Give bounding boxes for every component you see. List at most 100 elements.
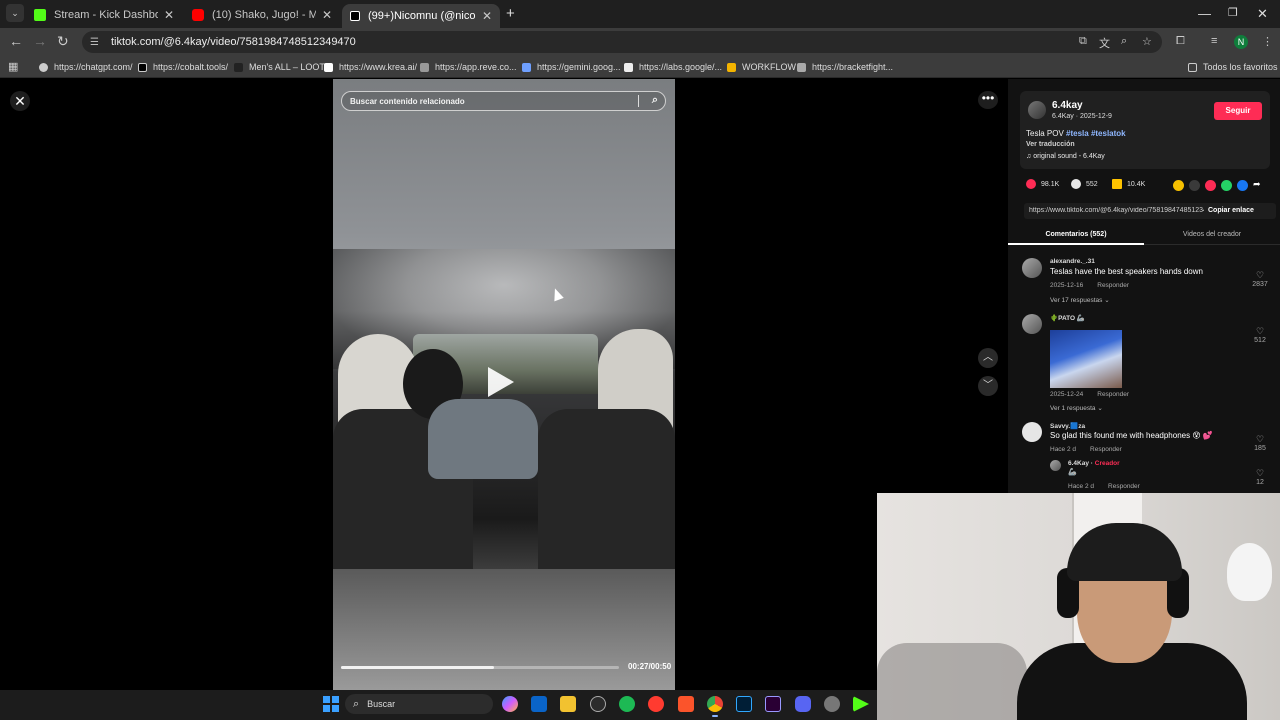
- close-window-icon[interactable]: ✕: [1257, 6, 1268, 22]
- comment-like[interactable]: ♡ 512: [1250, 326, 1270, 344]
- share-link-url[interactable]: https://www.tiktok.com/@6.4kay/video/758…: [1029, 207, 1204, 214]
- translate-link[interactable]: Ver traducción: [1026, 141, 1075, 148]
- comment-user[interactable]: alexandre._.31: [1050, 258, 1095, 265]
- bookmark-item[interactable]: https://bracketfight...: [797, 62, 893, 72]
- avatar[interactable]: [1022, 422, 1042, 442]
- minimize-icon[interactable]: —: [1198, 6, 1211, 21]
- bookmark-item[interactable]: https://chatgpt.com/: [39, 62, 133, 72]
- reply-button[interactable]: Responder: [1097, 282, 1129, 289]
- hashtag-link[interactable]: #tesla: [1066, 129, 1089, 138]
- comment-like[interactable]: ♡ 12: [1250, 468, 1270, 486]
- outlook-icon[interactable]: [531, 696, 547, 712]
- author-name[interactable]: 6.4kay: [1052, 100, 1083, 111]
- close-tab-icon[interactable]: ✕: [322, 8, 332, 22]
- translate-icon[interactable]: 文: [1099, 35, 1110, 51]
- avatar[interactable]: [1022, 314, 1042, 334]
- next-video-icon[interactable]: ﹀: [978, 376, 998, 396]
- apps-grid-icon[interactable]: ▦: [8, 60, 18, 73]
- comment-user[interactable]: 🌵PATO 🦾: [1050, 314, 1085, 322]
- save-button[interactable]: 10.4K: [1112, 179, 1145, 189]
- like-button[interactable]: 98.1K: [1026, 179, 1059, 189]
- forward-icon[interactable]: →: [33, 33, 47, 49]
- app-icon[interactable]: [590, 696, 606, 712]
- comment-date: Hace 2 d: [1068, 483, 1095, 490]
- bookmark-item[interactable]: https://app.reve.co...: [420, 62, 517, 72]
- cast-icon[interactable]: ⧉: [1079, 35, 1087, 48]
- search-icon[interactable]: ⌕: [652, 94, 658, 107]
- whatsapp-icon[interactable]: [1221, 180, 1232, 191]
- all-bookmarks[interactable]: Todos los favoritos: [1188, 62, 1278, 72]
- comment-like[interactable]: ♡ 185: [1250, 434, 1270, 452]
- embed-icon[interactable]: [1189, 180, 1200, 191]
- zoom-icon[interactable]: ⌕: [1121, 35, 1127, 48]
- tab-comments[interactable]: Comentarios (552): [1008, 225, 1144, 245]
- photoshop-icon[interactable]: [736, 696, 752, 712]
- bookmark-item[interactable]: https://gemini.goog...: [522, 62, 621, 72]
- play-icon[interactable]: [488, 367, 514, 397]
- avatar[interactable]: [1028, 101, 1046, 119]
- bookmark-item[interactable]: https://labs.google/...: [624, 62, 722, 72]
- extensions-icon[interactable]: ⧠: [1176, 35, 1185, 48]
- hashtag-link[interactable]: #teslatok: [1091, 129, 1126, 138]
- premiere-icon[interactable]: [765, 696, 781, 712]
- browser-tab-tiktok[interactable]: (99+)Nicomnu (@nicomnu) | Ti ✕: [342, 4, 500, 28]
- related-search-input[interactable]: Buscar contenido relacionado ⌕: [341, 91, 666, 111]
- copilot-icon[interactable]: [502, 696, 518, 712]
- bookmark-item[interactable]: https://www.krea.ai/: [324, 62, 417, 72]
- reload-icon[interactable]: ↻: [57, 33, 69, 50]
- restore-icon[interactable]: ❐: [1228, 6, 1238, 19]
- coin-icon[interactable]: [1173, 180, 1184, 191]
- opera-gx-icon[interactable]: [648, 696, 664, 712]
- avatar[interactable]: [1022, 258, 1042, 278]
- close-tab-icon[interactable]: ✕: [164, 8, 174, 22]
- discord-icon[interactable]: [795, 696, 811, 712]
- site-info-icon[interactable]: ☰: [90, 37, 102, 48]
- comment-image[interactable]: [1050, 330, 1122, 388]
- facebook-icon[interactable]: [1237, 180, 1248, 191]
- file-explorer-icon[interactable]: [560, 696, 576, 712]
- browser-tab-youtube[interactable]: (10) Shako, Jugo! - Medio Tana ✕: [184, 4, 340, 26]
- tab-creator-videos[interactable]: Videos del creador: [1144, 225, 1280, 245]
- comment-button[interactable]: 552: [1071, 179, 1098, 189]
- menu-kebab-icon[interactable]: ⋮: [1262, 35, 1273, 48]
- view-replies-button[interactable]: Ver 17 respuestas ⌄: [1050, 296, 1110, 304]
- more-options-icon[interactable]: •••: [978, 91, 998, 109]
- reading-list-icon[interactable]: ≡: [1211, 35, 1217, 47]
- settings-gear-icon[interactable]: [824, 696, 840, 712]
- comment-user[interactable]: 6.4Kay · Creador: [1068, 460, 1120, 467]
- panel-tabs: Comentarios (552) Videos del creador: [1008, 225, 1280, 245]
- bookmark-item[interactable]: WORKFLOW: [727, 62, 796, 72]
- back-icon[interactable]: ←: [9, 33, 23, 49]
- bookmark-star-icon[interactable]: ☆: [1142, 35, 1152, 48]
- repost-icon[interactable]: [1205, 180, 1216, 191]
- spotify-icon[interactable]: [619, 696, 635, 712]
- reply-button[interactable]: Responder: [1097, 391, 1129, 398]
- bookmark-item[interactable]: https://cobalt.tools/: [138, 62, 228, 72]
- reply-button[interactable]: Responder: [1108, 483, 1140, 490]
- avatar[interactable]: [1050, 460, 1061, 471]
- taskbar-search[interactable]: ⌕ Buscar: [345, 694, 493, 714]
- tab-search-chevron-icon[interactable]: ⌄: [6, 4, 24, 22]
- previous-video-icon[interactable]: ︿: [978, 348, 998, 368]
- chrome-icon[interactable]: [707, 696, 723, 712]
- video-player[interactable]: Buscar contenido relacionado ⌕ 00:27/00:…: [333, 79, 675, 690]
- comment-like[interactable]: ♡ 2837: [1250, 270, 1270, 288]
- close-video-icon[interactable]: ✕: [10, 91, 30, 111]
- view-replies-button[interactable]: Ver 1 respuesta ⌄: [1050, 404, 1103, 412]
- address-bar[interactable]: ☰ tiktok.com/@6.4kay/video/7581984748512…: [82, 31, 1162, 53]
- sound-link[interactable]: ♫ original sound - 6.4Kay: [1026, 153, 1105, 160]
- windows-start-icon[interactable]: [323, 696, 339, 712]
- share-arrow-icon[interactable]: ➦: [1253, 179, 1261, 190]
- copy-link-button[interactable]: Copiar enlace: [1208, 207, 1254, 214]
- video-progress-bar[interactable]: [341, 666, 619, 669]
- browser-tab-kick[interactable]: Stream - Kick Dashboard ✕: [26, 4, 182, 26]
- bookmark-item[interactable]: Men's ALL – LOOT: [234, 62, 325, 72]
- comment-user[interactable]: Savvy.🟦za: [1050, 422, 1085, 430]
- bracketfight-icon: [797, 62, 806, 72]
- reply-button[interactable]: Responder: [1090, 446, 1122, 453]
- follow-button[interactable]: Seguir: [1214, 102, 1262, 120]
- close-tab-icon[interactable]: ✕: [482, 9, 492, 23]
- profile-avatar[interactable]: N: [1234, 35, 1248, 49]
- new-tab-button[interactable]: +: [506, 5, 515, 22]
- brave-icon[interactable]: [678, 696, 694, 712]
